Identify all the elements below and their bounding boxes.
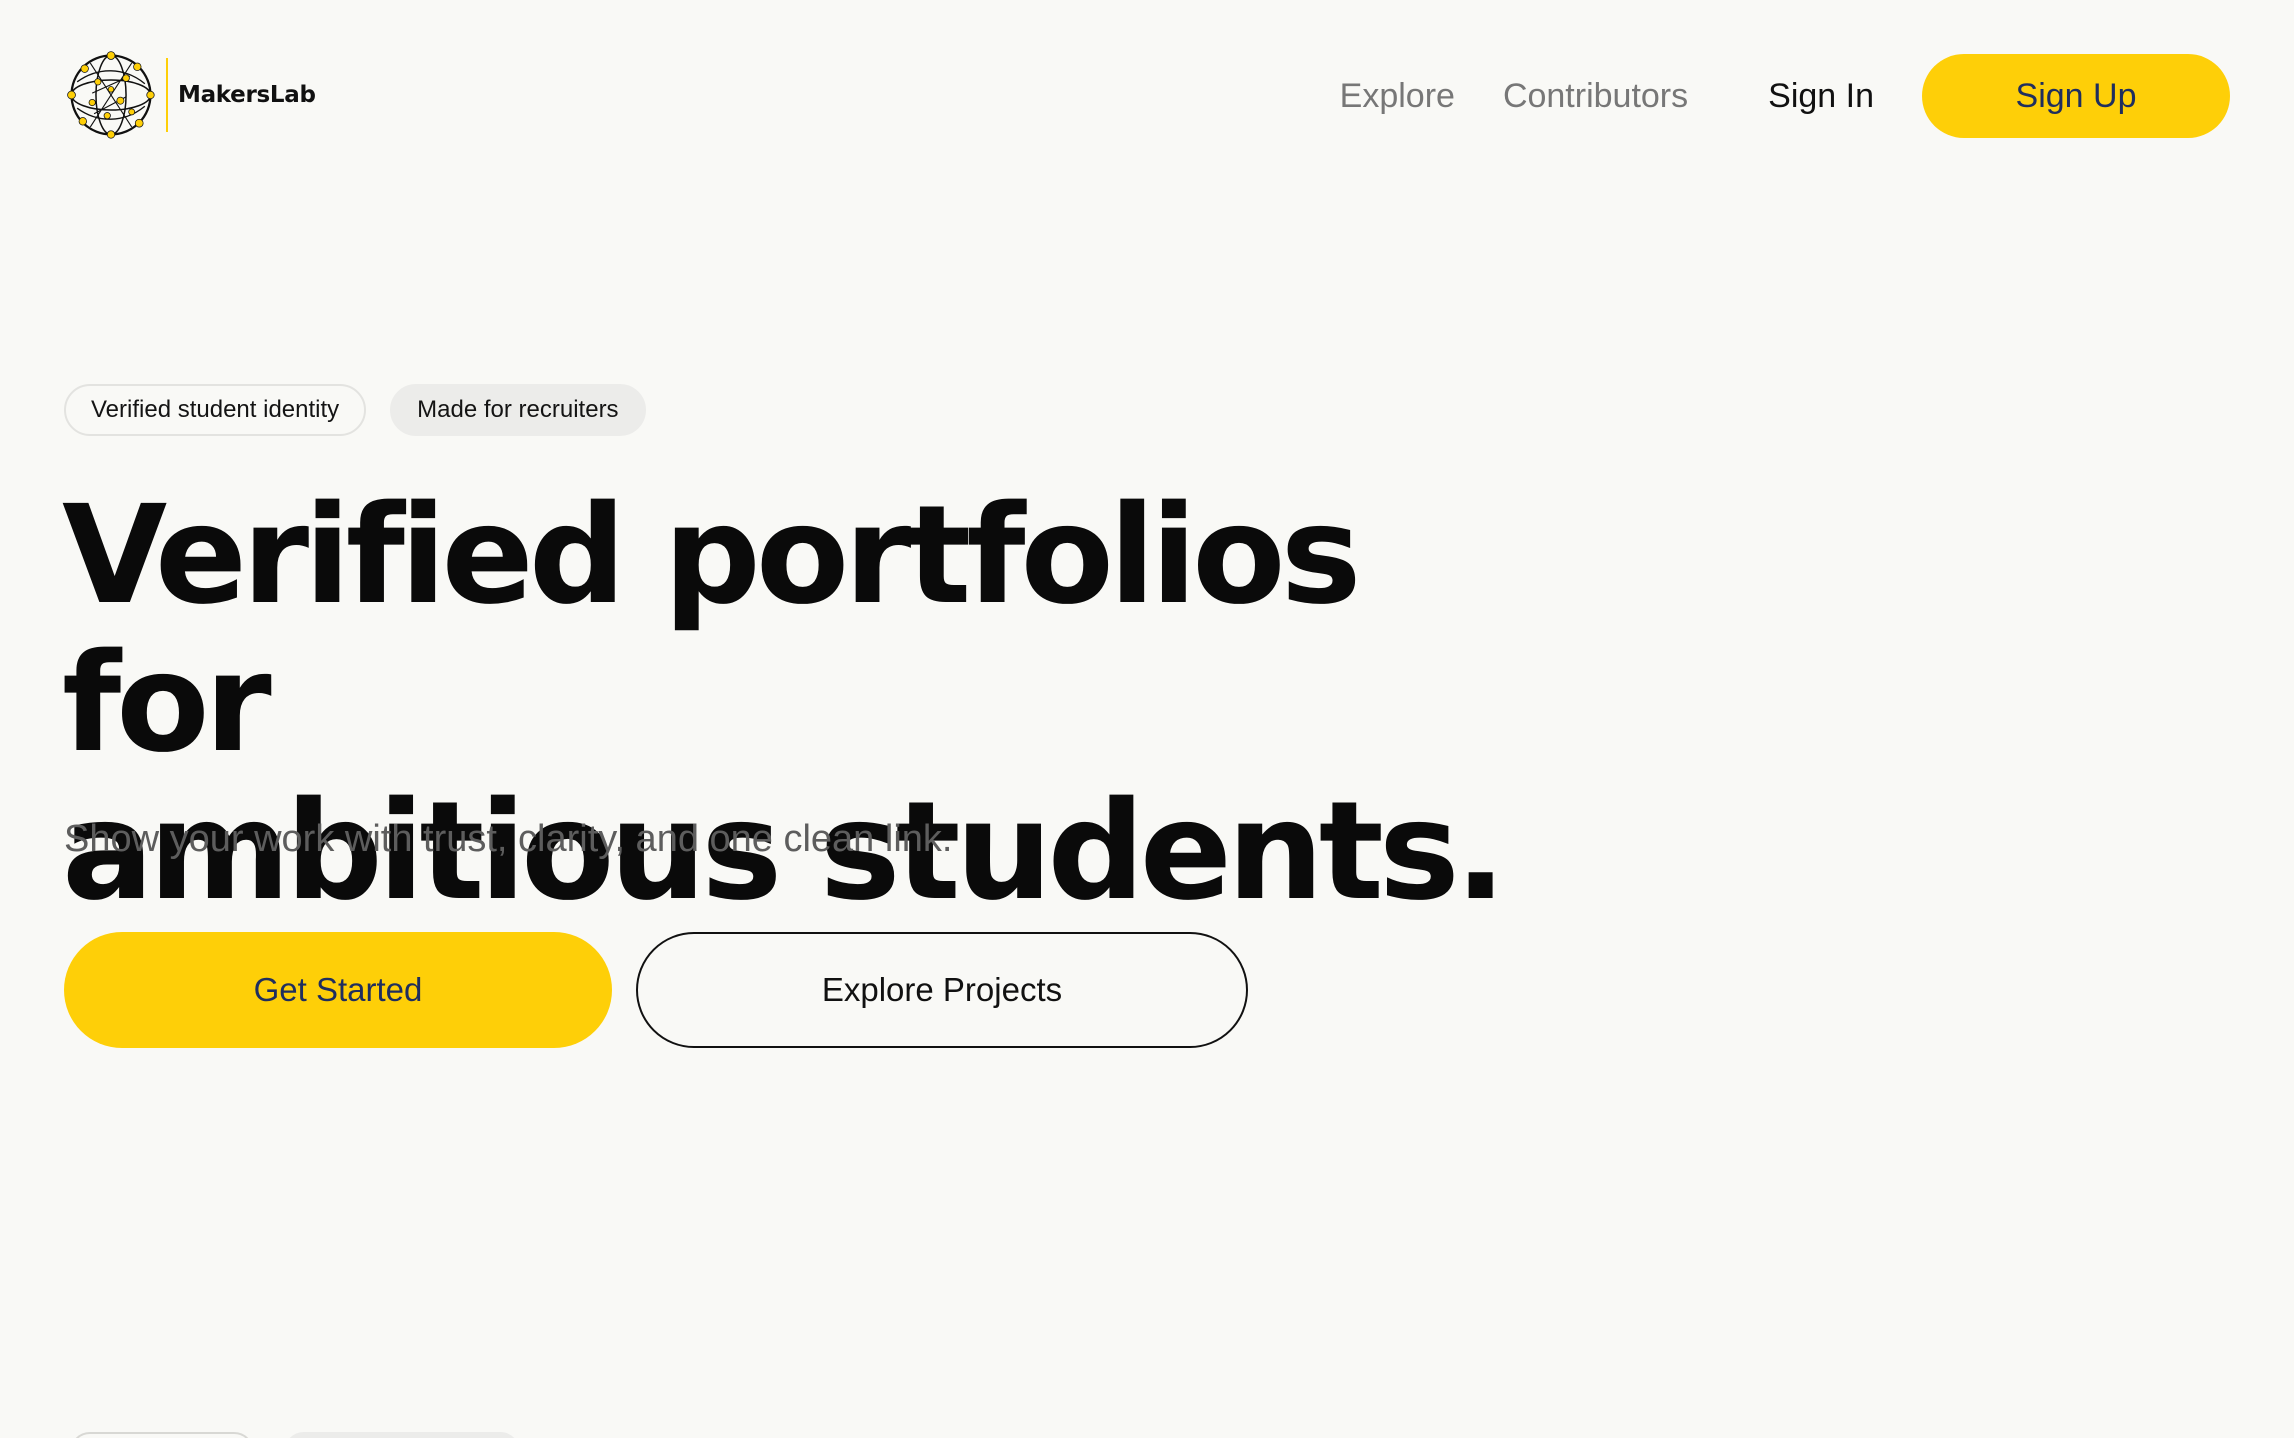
sign-up-button[interactable]: Sign Up (1922, 54, 2230, 138)
nav-link-contributors[interactable]: Contributors (1503, 77, 1688, 116)
get-started-button[interactable]: Get Started (64, 932, 612, 1048)
sign-in-link[interactable]: Sign In (1768, 77, 1874, 116)
hero-title-line-1: Verified portfolios for (62, 477, 1362, 783)
site-header: MakersLab Explore Contributors Sign In S… (0, 0, 2294, 190)
badge-verified-identity: Verified student identity (64, 384, 367, 436)
brand-logo[interactable]: MakersLab (64, 50, 316, 140)
next-section-peek (70, 1432, 550, 1438)
logo-divider (166, 58, 168, 132)
hero-subtitle: Show your work with trust, clarity, and … (64, 818, 953, 860)
badge-made-for-recruiters: Made for recruiters (390, 384, 646, 436)
nav-link-explore[interactable]: Explore (1340, 77, 1455, 116)
brand-name: MakersLab (178, 82, 316, 108)
main-nav: Explore Contributors Sign In Sign Up (1340, 54, 2230, 138)
hero-badges: Verified student identity Made for recru… (64, 384, 670, 436)
cta-row: Get Started Explore Projects (64, 932, 1248, 1048)
network-globe-icon (67, 51, 155, 139)
explore-projects-button[interactable]: Explore Projects (636, 932, 1248, 1048)
peek-pill (70, 1432, 254, 1438)
landing-page: MakersLab Explore Contributors Sign In S… (0, 0, 2294, 1438)
peek-pill (284, 1432, 520, 1438)
